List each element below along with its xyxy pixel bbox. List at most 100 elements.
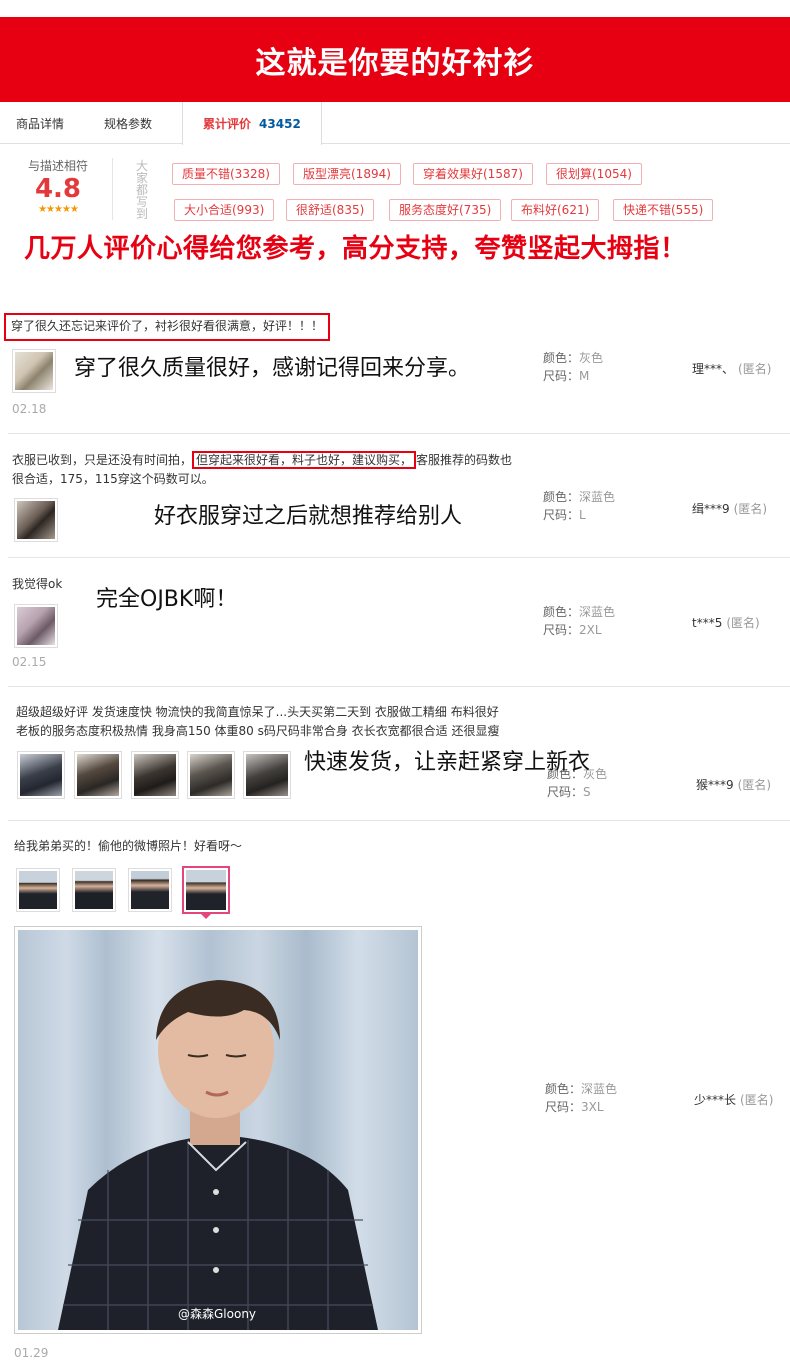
tab-specs[interactable]: 规格参数 [80, 102, 168, 144]
portrait-illustration [58, 980, 378, 1330]
review-tag[interactable]: 大小合适(993) [174, 199, 275, 221]
review-caption: 穿了很久质量很好，感谢记得回来分享。 [74, 356, 471, 381]
anonymous-label: (匿名) [733, 502, 768, 516]
review-photo-thumb[interactable] [14, 498, 58, 542]
banner-title: 这就是你要的好衬衫 [255, 45, 535, 81]
separator [8, 433, 790, 434]
review-text: 衣服已收到，只是还没有时间拍， 但穿起来很好看，料子也好，建议购买， 客服推荐的码数… [12, 450, 512, 470]
separator [8, 820, 790, 821]
size-label: 尺码： [543, 508, 580, 522]
size-label: 尺码： [543, 623, 580, 637]
review-photo-thumb[interactable] [131, 751, 179, 799]
photo-watermark: @森森Gloony [178, 1307, 257, 1321]
review-text: 我觉得ok [12, 577, 63, 591]
anonymous-label: (匿名) [726, 616, 760, 630]
reviewer: t***5 (匿名) [692, 614, 760, 631]
divider [112, 158, 113, 220]
review-photo-thumb[interactable] [17, 751, 65, 799]
size-label: 尺码： [543, 369, 580, 383]
size-value: M [579, 369, 590, 383]
size-value: S [583, 785, 591, 799]
review-tag[interactable]: 很舒适(835) [286, 199, 375, 221]
review-tag[interactable]: 很划算(1054) [546, 163, 642, 185]
review-text: 很合适，175，115穿这个码数可以。 [12, 472, 214, 486]
title-banner: 这就是你要的好衬衫 [0, 17, 790, 102]
promo-headline: 几万人评价心得给您参考，高分支持，夸赞竖起大拇指！ [24, 234, 687, 264]
review-tag[interactable]: 服务态度好(735) [389, 199, 502, 221]
review-photo-thumb-selected[interactable] [182, 866, 230, 914]
color-value: 深蓝色 [579, 490, 616, 504]
review-photo-thumb[interactable] [243, 751, 291, 799]
review-caption: 好衣服穿过之后就想推荐给别人 [154, 504, 463, 529]
size-value: L [579, 508, 586, 522]
reviewer: 理***、 (匿名) [692, 360, 771, 377]
reviewer-name: 理***、 [692, 362, 735, 376]
rating-summary: 与描述相符 4.8 ★★★★★ [18, 157, 98, 215]
review-caption: 完全OJBK啊！ [96, 587, 238, 612]
review-tag[interactable]: 版型漂亮(1894) [293, 163, 401, 185]
tab-label: 规格参数 [104, 116, 153, 131]
reviewer: 缉***9 (匿名) [692, 500, 767, 517]
review-attributes: 颜色：深蓝色 尺码：2XL [543, 603, 615, 639]
review-text-part: 衣服已收到，只是还没有时间拍， [12, 453, 193, 467]
tab-product-details[interactable]: 商品详情 [0, 102, 80, 144]
tab-label: 商品详情 [16, 116, 65, 131]
review-tag[interactable]: 质量不错(3328) [172, 163, 280, 185]
page: 这就是你要的好衬衫 商品详情 规格参数 累计评价 43452 与描述相符 4.8… [0, 0, 790, 1362]
reviewer-name: 猴***9 [696, 778, 734, 792]
review-photo-thumb[interactable] [74, 751, 122, 799]
size-label: 尺码： [545, 1100, 582, 1114]
reviewer-name: 少***长 [694, 1093, 737, 1107]
review-date: 01.29 [14, 1346, 49, 1360]
separator [8, 686, 790, 687]
color-label: 颜色： [543, 605, 580, 619]
review-tag[interactable]: 快递不错(555) [613, 199, 714, 221]
tab-label: 累计评价 [203, 117, 252, 131]
review-photo-thumb[interactable] [128, 868, 172, 912]
reviewer: 少***长 (匿名) [694, 1091, 773, 1108]
rating-stars: ★★★★★ [38, 204, 79, 215]
review-date: 02.18 [12, 402, 47, 416]
tags-label: 大家都写到 [136, 159, 149, 221]
review-photo-thumb[interactable] [187, 751, 235, 799]
size-value: 3XL [581, 1100, 604, 1114]
review-photo-thumb[interactable] [72, 868, 116, 912]
reviewer-name: t***5 [692, 616, 723, 630]
review-tag[interactable]: 穿着效果好(1587) [413, 163, 533, 185]
selected-indicator-icon [200, 913, 212, 919]
review-text: 老板的服务态度积极热情 我身高150 体重80 s码尺码非常合身 衣长衣宽都很合… [16, 724, 500, 738]
anonymous-label: (匿名) [740, 1093, 774, 1107]
anonymous-label: (匿名) [737, 778, 772, 792]
anonymous-label: (匿名) [738, 362, 772, 376]
review-count: 43452 [259, 116, 301, 131]
color-label: 颜色： [543, 351, 580, 365]
size-value: 2XL [579, 623, 602, 637]
size-label: 尺码： [547, 785, 584, 799]
rating-score: 4.8 [34, 174, 82, 204]
color-value: 深蓝色 [581, 1082, 618, 1096]
reviewer-name: 缉***9 [692, 502, 730, 516]
color-value: 深蓝色 [579, 605, 616, 619]
review-text-part: 客服推荐的码数也 [416, 453, 513, 467]
review-caption: 快速发货，让亲赶紧穿上新衣 [304, 750, 591, 775]
review-attributes: 颜色：深蓝色 尺码：L [543, 488, 615, 524]
review-text: 给我弟弟买的！偷他的微博照片！好看呀～ [14, 839, 243, 853]
color-label: 颜色： [543, 490, 580, 504]
color-value: 灰色 [579, 351, 604, 365]
review-text: 穿了很久还忘记来评价了，衬衫很好看很满意，好评！！！ [4, 313, 331, 341]
review-text-highlight: 但穿起来很好看，料子也好，建议购买， [192, 451, 417, 469]
tab-reviews[interactable]: 累计评价 43452 [182, 102, 322, 145]
review-tag[interactable]: 布料好(621) [511, 199, 600, 221]
top-spacer [0, 0, 790, 17]
review-photo-thumb[interactable] [14, 604, 58, 648]
review-photo-large[interactable]: @森森Gloony [14, 926, 422, 1334]
tab-bar: 商品详情 规格参数 累计评价 43452 [0, 102, 790, 145]
review-attributes: 颜色：灰色 尺码：M [543, 349, 603, 385]
rating-label: 与描述相符 [27, 159, 88, 173]
photo-canvas: @森森Gloony [18, 930, 418, 1330]
review-text: 超级超级好评 发货速度快 物流快的我简直惊呆了...头天买第二天到 衣服做工精细… [16, 705, 499, 719]
color-label: 颜色： [545, 1082, 582, 1096]
review-date: 02.15 [12, 655, 47, 669]
review-photo-thumb[interactable] [16, 868, 60, 912]
review-photo-thumb[interactable] [12, 349, 56, 393]
